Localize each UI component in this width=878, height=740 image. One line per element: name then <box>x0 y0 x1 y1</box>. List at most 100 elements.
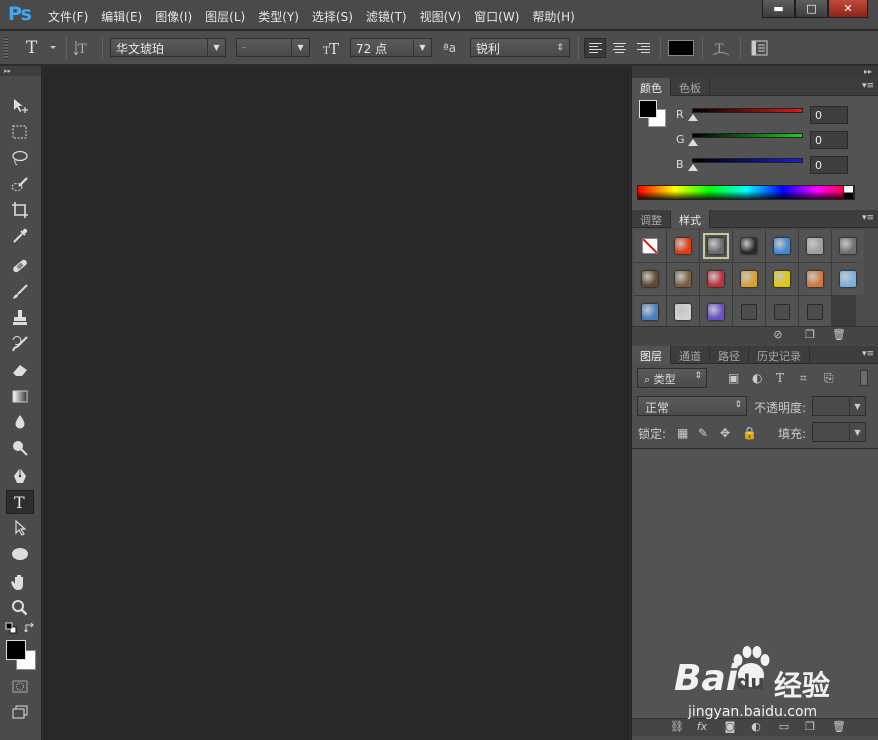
history-brush-tool[interactable] <box>6 332 34 356</box>
clear-style-icon[interactable]: ⊘ <box>772 329 784 341</box>
lock-transparent-icon[interactable]: ▦ <box>677 426 688 440</box>
delete-style-icon[interactable]: 🗑 <box>832 329 846 341</box>
font-size-dropdown[interactable]: 72 点 ▼ <box>350 38 432 57</box>
lasso-tool[interactable] <box>6 146 34 170</box>
opacity-field[interactable]: ▼ <box>812 396 866 416</box>
filter-toggle[interactable] <box>860 370 868 386</box>
type-tool-preset-picker[interactable]: T <box>22 36 62 61</box>
menu-filter[interactable]: 滤镜(T) <box>366 8 407 25</box>
style-swatch[interactable] <box>634 230 666 262</box>
pen-tool[interactable] <box>6 464 34 488</box>
dodge-tool[interactable] <box>6 436 34 460</box>
style-swatch[interactable] <box>766 263 798 295</box>
style-swatch[interactable] <box>766 296 798 328</box>
menu-type[interactable]: 类型(Y) <box>258 8 299 25</box>
channel-g-thumb[interactable] <box>688 139 698 146</box>
style-swatch[interactable] <box>634 296 666 328</box>
menu-layer[interactable]: 图层(L) <box>205 8 245 25</box>
lock-position-icon[interactable]: ✥ <box>720 426 730 440</box>
panel-menu-icon[interactable]: ▾≡ <box>862 349 874 359</box>
tab-swatches[interactable]: 色板 <box>671 78 710 96</box>
dock-collapse-icon[interactable]: ▸▸ <box>632 66 878 78</box>
blur-tool[interactable] <box>6 410 34 434</box>
align-left-button[interactable] <box>584 38 606 58</box>
gradient-tool[interactable] <box>6 384 34 408</box>
quick-selection-tool[interactable] <box>6 172 34 196</box>
font-family-dropdown[interactable]: 华文琥珀 ▼ <box>110 38 226 57</box>
filter-pixel-icon[interactable]: ▣ <box>728 371 739 385</box>
menu-file[interactable]: 文件(F) <box>48 8 88 25</box>
style-swatch[interactable] <box>733 230 765 262</box>
toolbox-collapse-icon[interactable]: ▸▸ <box>0 66 41 76</box>
zoom-tool[interactable] <box>6 596 34 620</box>
tab-history[interactable]: 历史记录 <box>749 346 810 364</box>
menu-help[interactable]: 帮助(H) <box>532 8 574 25</box>
close-button[interactable]: ✕ <box>828 0 868 18</box>
options-bar-grip[interactable] <box>4 37 8 59</box>
restore-button[interactable]: □ <box>795 0 828 18</box>
style-swatch[interactable] <box>667 296 699 328</box>
channel-r-thumb[interactable] <box>688 114 698 121</box>
style-swatch[interactable] <box>799 296 831 328</box>
style-swatch[interactable] <box>832 230 864 262</box>
filter-type-icon[interactable]: T <box>776 371 784 385</box>
foreground-color-chip[interactable] <box>639 100 657 118</box>
panel-menu-icon[interactable]: ▾≡ <box>862 213 874 223</box>
marquee-tool[interactable] <box>6 120 34 144</box>
text-color-swatch[interactable] <box>668 40 694 56</box>
style-swatch[interactable] <box>634 263 666 295</box>
healing-brush-tool[interactable] <box>6 254 34 278</box>
channel-b-slider[interactable] <box>692 158 803 163</box>
style-swatch[interactable] <box>667 230 699 262</box>
move-tool[interactable] <box>6 94 34 118</box>
black-white-ramp[interactable] <box>843 185 854 200</box>
channel-g-slider[interactable] <box>692 133 803 138</box>
quick-mask-button[interactable] <box>6 674 34 698</box>
lock-all-icon[interactable]: 🔒 <box>742 426 757 440</box>
menu-select[interactable]: 选择(S) <box>312 8 353 25</box>
layer-filter-dropdown[interactable]: ⌕ 类型 ⇕ <box>637 368 707 388</box>
antialias-dropdown[interactable]: 锐利 ⇕ <box>470 38 570 57</box>
new-style-icon[interactable]: ❐ <box>804 329 816 341</box>
color-spectrum-ramp[interactable] <box>637 185 855 200</box>
style-swatch[interactable] <box>733 296 765 328</box>
style-swatch[interactable] <box>766 230 798 262</box>
filter-smart-object-icon[interactable]: ⎘ <box>824 371 834 386</box>
font-style-dropdown[interactable]: - ▼ <box>236 38 310 57</box>
style-swatch[interactable] <box>700 296 732 328</box>
style-swatch[interactable] <box>733 263 765 295</box>
swap-colors-button[interactable] <box>24 622 36 634</box>
tab-channels[interactable]: 通道 <box>671 346 710 364</box>
screen-mode-button[interactable] <box>6 700 34 724</box>
style-swatch[interactable] <box>799 263 831 295</box>
menu-edit[interactable]: 编辑(E) <box>101 8 142 25</box>
eyedropper-tool[interactable] <box>6 224 34 248</box>
blend-mode-dropdown[interactable]: 正常 ⇕ <box>637 396 747 416</box>
tab-styles[interactable]: 样式 <box>671 210 710 228</box>
menu-view[interactable]: 视图(V) <box>420 8 462 25</box>
document-canvas[interactable] <box>43 66 630 740</box>
character-panel-button[interactable] <box>750 39 770 60</box>
align-center-button[interactable] <box>608 38 630 58</box>
menu-window[interactable]: 窗口(W) <box>474 8 519 25</box>
fill-field[interactable]: ▼ <box>812 422 866 442</box>
hand-tool[interactable] <box>6 570 34 594</box>
channel-g-input[interactable]: 0 <box>810 131 848 149</box>
foreground-color-swatch[interactable] <box>6 640 26 660</box>
style-swatch[interactable] <box>799 230 831 262</box>
channel-r-slider[interactable] <box>692 108 803 113</box>
default-colors-button[interactable] <box>5 622 17 634</box>
path-selection-tool[interactable] <box>6 516 34 540</box>
style-swatch[interactable] <box>700 263 732 295</box>
tab-color[interactable]: 颜色 <box>632 78 671 96</box>
toggle-text-orientation-button[interactable]: T <box>73 38 96 61</box>
menu-image[interactable]: 图像(I) <box>155 8 192 25</box>
tab-paths[interactable]: 路径 <box>710 346 749 364</box>
crop-tool[interactable] <box>6 198 34 222</box>
channel-b-input[interactable]: 0 <box>810 156 848 174</box>
channel-r-input[interactable]: 0 <box>810 106 848 124</box>
filter-adjustment-icon[interactable]: ◐ <box>752 371 762 385</box>
align-right-button[interactable] <box>632 38 654 58</box>
lock-image-icon[interactable]: ✎ <box>698 426 708 440</box>
type-tool[interactable]: T <box>6 490 34 514</box>
